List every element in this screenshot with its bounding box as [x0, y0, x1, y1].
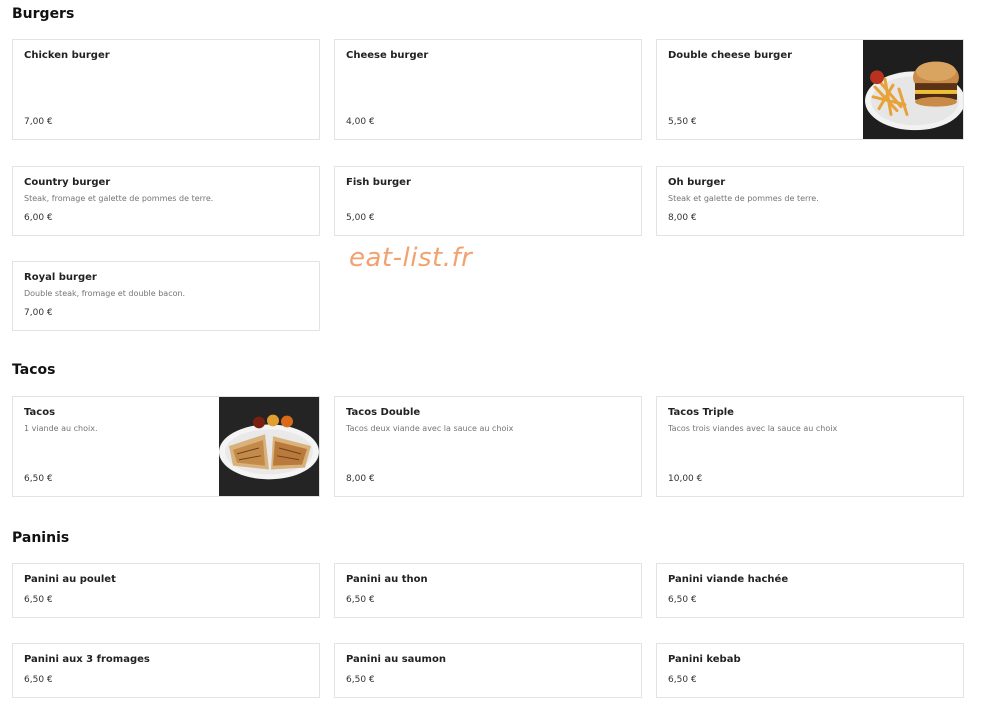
section-title-burgers: Burgers	[12, 6, 75, 22]
item-price: 10,00 €	[668, 474, 703, 484]
menu-item-card-chicken-burger[interactable]: Chicken burger 7,00 €	[12, 39, 320, 140]
item-price: 7,00 €	[24, 117, 53, 127]
tacos-sauces-photo	[219, 397, 319, 496]
item-name: Oh burger	[668, 177, 726, 188]
item-name: Cheese burger	[346, 50, 429, 61]
menu-item-card-royal-burger[interactable]: Royal burger Double steak, fromage et do…	[12, 261, 320, 331]
item-name: Tacos	[24, 407, 56, 418]
menu-item-card-panini-au-thon[interactable]: Panini au thon 6,50 €	[334, 563, 642, 618]
item-name: Panini kebab	[668, 654, 741, 665]
section-title-tacos: Tacos	[12, 362, 56, 378]
item-name: Panini au thon	[346, 574, 428, 585]
item-price: 8,00 €	[346, 474, 375, 484]
item-description: Steak, fromage et galette de pommes de t…	[24, 194, 214, 203]
menu-item-card-tacos[interactable]: Tacos 1 viande au choix. 6,50 €	[12, 396, 320, 497]
item-description: Double steak, fromage et double bacon.	[24, 289, 186, 298]
menu-item-card-oh-burger[interactable]: Oh burger Steak et galette de pommes de …	[656, 166, 964, 236]
item-price: 6,00 €	[24, 213, 53, 223]
item-price: 6,50 €	[24, 474, 53, 484]
menu-item-card-country-burger[interactable]: Country burger Steak, fromage et galette…	[12, 166, 320, 236]
item-price: 6,50 €	[24, 595, 53, 605]
item-description: 1 viande au choix.	[24, 424, 98, 433]
menu-item-card-panini-au-poulet[interactable]: Panini au poulet 6,50 €	[12, 563, 320, 618]
item-name: Royal burger	[24, 272, 97, 283]
item-name: Country burger	[24, 177, 111, 188]
item-price: 6,50 €	[346, 595, 375, 605]
menu-item-card-tacos-triple[interactable]: Tacos Triple Tacos trois viandes avec la…	[656, 396, 964, 497]
section-title-paninis: Paninis	[12, 530, 70, 546]
menu-item-card-panini-viande-hachee[interactable]: Panini viande hachée 6,50 €	[656, 563, 964, 618]
item-price: 8,00 €	[668, 213, 697, 223]
menu-item-card-tacos-double[interactable]: Tacos Double Tacos deux viande avec la s…	[334, 396, 642, 497]
item-price: 5,00 €	[346, 213, 375, 223]
watermark-text: eat-list.fr	[349, 243, 473, 273]
item-name: Fish burger	[346, 177, 411, 188]
item-name: Chicken burger	[24, 50, 110, 61]
menu-item-card-panini-kebab[interactable]: Panini kebab 6,50 €	[656, 643, 964, 698]
menu-item-card-double-cheese-burger[interactable]: Double cheese burger 5,50 €	[656, 39, 964, 140]
item-price: 6,50 €	[346, 675, 375, 685]
item-description: Tacos deux viande avec la sauce au choix	[346, 424, 514, 433]
item-price: 4,00 €	[346, 117, 375, 127]
item-name: Panini viande hachée	[668, 574, 789, 585]
item-description: Steak et galette de pommes de terre.	[668, 194, 819, 203]
item-name: Panini au saumon	[346, 654, 446, 665]
item-name: Panini au poulet	[24, 574, 116, 585]
menu-item-card-cheese-burger[interactable]: Cheese burger 4,00 €	[334, 39, 642, 140]
menu-item-card-fish-burger[interactable]: Fish burger 5,00 €	[334, 166, 642, 236]
item-price: 7,00 €	[24, 308, 53, 318]
burger-fries-photo	[863, 40, 963, 139]
item-price: 6,50 €	[668, 595, 697, 605]
item-name: Panini aux 3 fromages	[24, 654, 150, 665]
item-price: 6,50 €	[668, 675, 697, 685]
item-name: Double cheese burger	[668, 50, 793, 61]
item-price: 5,50 €	[668, 117, 697, 127]
item-name: Tacos Triple	[668, 407, 734, 418]
item-description: Tacos trois viandes avec la sauce au cho…	[668, 424, 838, 433]
menu-item-card-panini-au-saumon[interactable]: Panini au saumon 6,50 €	[334, 643, 642, 698]
item-price: 6,50 €	[24, 675, 53, 685]
menu-item-card-panini-aux-3-fromages[interactable]: Panini aux 3 fromages 6,50 €	[12, 643, 320, 698]
item-name: Tacos Double	[346, 407, 421, 418]
